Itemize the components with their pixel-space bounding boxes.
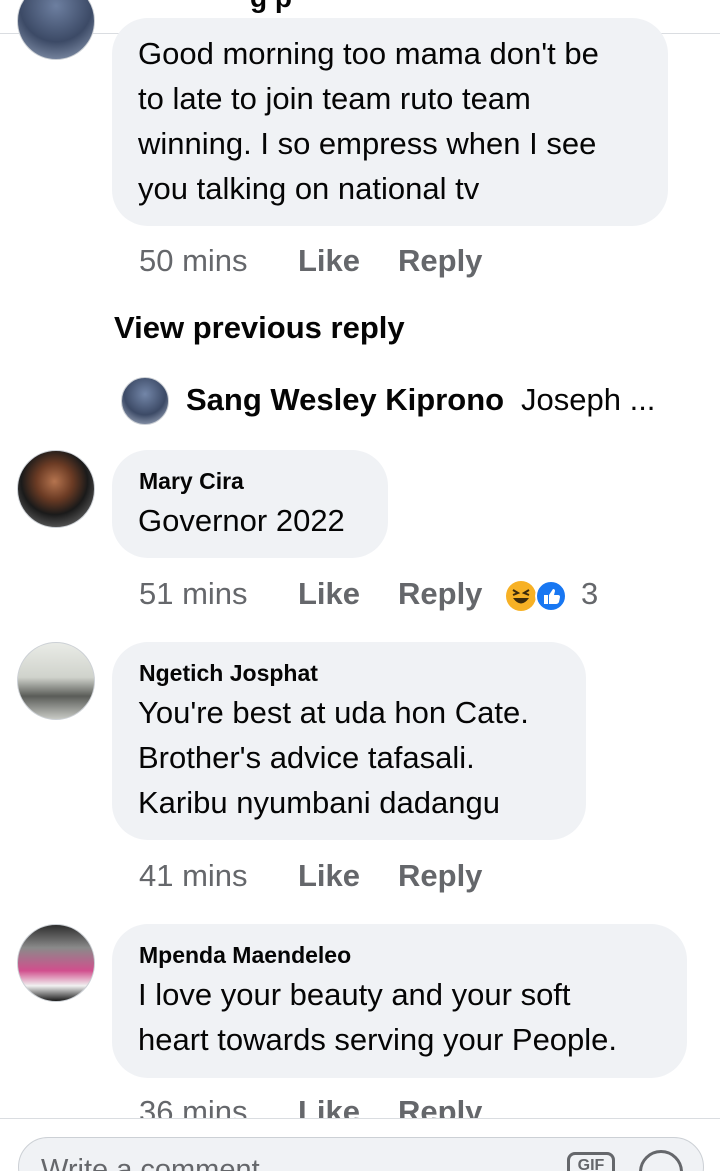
- comment-time: 50 mins: [139, 243, 248, 278]
- like-icon[interactable]: [535, 580, 567, 612]
- reply-button[interactable]: Reply: [398, 576, 482, 612]
- reply-snippet[interactable]: Joseph ...: [521, 382, 655, 418]
- comment-input-placeholder: Write a comment...: [41, 1154, 284, 1171]
- comment-author[interactable]: Ngetich Josphat: [139, 660, 318, 687]
- laugh-emoji-icon[interactable]: [505, 580, 537, 612]
- comment-composer-bar: Write a comment... GIF: [0, 1118, 720, 1171]
- comment-text: you talking on national tv: [138, 171, 480, 206]
- gif-icon[interactable]: GIF: [567, 1152, 615, 1171]
- comment-text: Governor 2022: [138, 503, 345, 538]
- comment-text: Good morning too mama don't be: [138, 36, 599, 71]
- comment-input[interactable]: Write a comment... GIF: [18, 1137, 704, 1171]
- comment-author[interactable]: Mary Cira: [139, 468, 244, 495]
- comment-text: You're best at uda hon Cate.: [138, 695, 529, 730]
- comment-time: 51 mins: [139, 576, 248, 611]
- comment-text: heart towards serving your People.: [138, 1022, 618, 1057]
- reply-button[interactable]: Reply: [398, 243, 482, 279]
- comment-text: Karibu nyumbani dadangu: [138, 785, 500, 820]
- comment-text: Brother's advice tafasali.: [138, 740, 475, 775]
- reaction-count[interactable]: 3: [581, 576, 598, 612]
- avatar[interactable]: [17, 642, 95, 720]
- avatar[interactable]: [17, 450, 95, 528]
- reply-button[interactable]: Reply: [398, 858, 482, 894]
- like-button[interactable]: Like: [298, 858, 360, 894]
- avatar[interactable]: [17, 0, 95, 60]
- like-button[interactable]: Like: [298, 576, 360, 612]
- sticker-icon[interactable]: [639, 1150, 683, 1171]
- view-previous-reply-link[interactable]: View previous reply: [114, 310, 405, 346]
- comment-text: to late to join team ruto team: [138, 81, 531, 116]
- comment-text: I love your beauty and your soft: [138, 977, 571, 1012]
- comment-text: winning. I so empress when I see: [138, 126, 597, 161]
- comment-time: 41 mins: [139, 858, 248, 893]
- reply-author[interactable]: Sang Wesley Kiprono: [186, 382, 504, 418]
- top-bar-title: g p: [250, 0, 292, 14]
- like-button[interactable]: Like: [298, 243, 360, 279]
- avatar[interactable]: [121, 377, 169, 425]
- comment-author[interactable]: Mpenda Maendeleo: [139, 942, 351, 969]
- avatar[interactable]: [17, 924, 95, 1002]
